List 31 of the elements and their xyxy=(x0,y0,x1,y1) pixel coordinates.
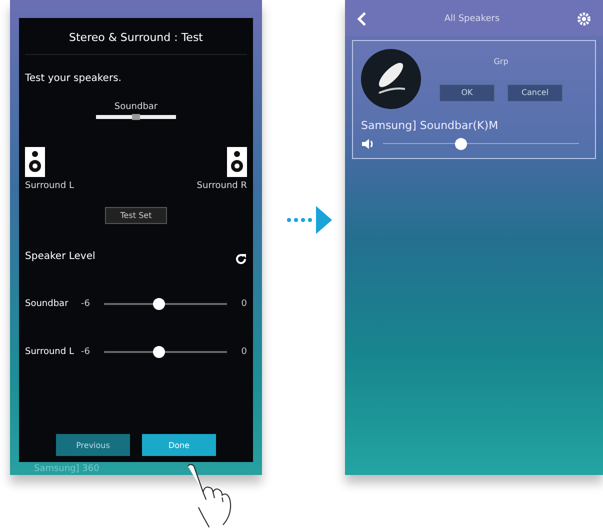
speaker-label: Soundbar xyxy=(114,102,158,112)
speaker-label: Surround L xyxy=(25,181,74,191)
prompt-text: Test your speakers. xyxy=(25,73,122,84)
level-label: Soundbar xyxy=(25,298,70,310)
back-icon[interactable] xyxy=(357,12,367,26)
max-value: 0 xyxy=(241,299,247,309)
speaker-icon xyxy=(25,147,45,177)
feather-icon xyxy=(361,49,421,109)
section-title: Speaker Level xyxy=(25,250,96,262)
arrow-icon xyxy=(286,205,332,235)
card-button[interactable]: Cancel xyxy=(507,84,563,102)
speaker-label: Surround R xyxy=(196,181,247,191)
level-label: Surround L xyxy=(25,346,75,358)
card-button[interactable]: OK xyxy=(439,84,495,102)
min-value: -6 xyxy=(81,299,90,309)
soundbar-icon xyxy=(96,115,176,119)
screen-title: All Speakers xyxy=(444,14,500,24)
slider-thumb[interactable] xyxy=(153,298,166,310)
max-value: 0 xyxy=(241,347,247,357)
speaker-volume-icon xyxy=(361,138,375,150)
device-name: Samsung] Soundbar(K)M xyxy=(361,119,500,132)
settings-icon[interactable] xyxy=(576,12,591,26)
speaker-icon xyxy=(227,147,247,177)
slider-thumb[interactable] xyxy=(455,138,468,150)
test-button[interactable]: Test Set xyxy=(105,207,167,224)
slider-thumb[interactable] xyxy=(153,346,166,358)
footer-text: Samsung] 360 xyxy=(34,464,100,474)
group-label: Grp xyxy=(494,56,508,66)
min-value: -6 xyxy=(81,347,90,357)
nav-button[interactable]: Previous xyxy=(56,434,130,456)
dialog-title: Stereo & Surround : Test xyxy=(25,18,247,55)
